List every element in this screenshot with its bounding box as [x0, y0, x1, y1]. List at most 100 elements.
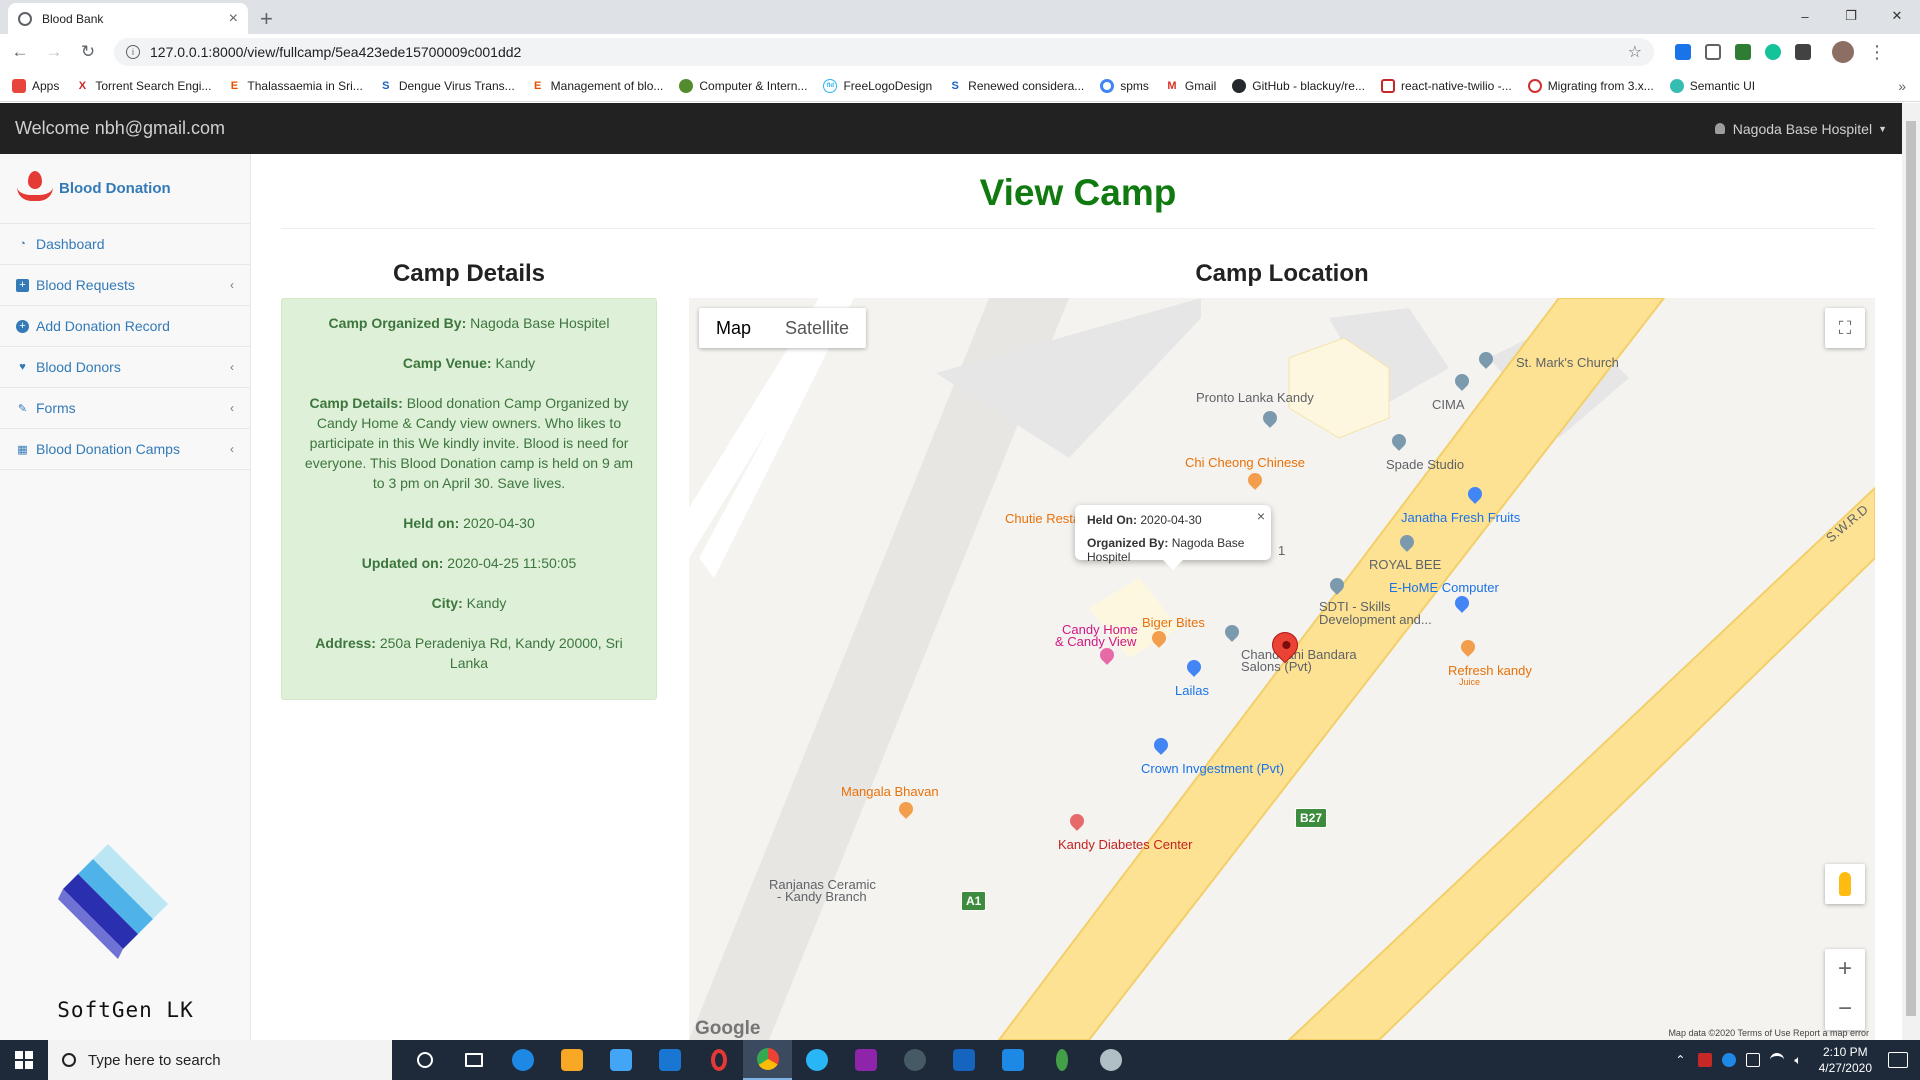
- maximize-button[interactable]: ❐: [1828, 0, 1874, 32]
- grammarly-icon[interactable]: [1765, 44, 1781, 60]
- bookmark-item[interactable]: S Dengue Virus Trans...: [379, 79, 515, 93]
- opera-icon[interactable]: [694, 1040, 743, 1080]
- skype-icon[interactable]: [792, 1040, 841, 1080]
- info-icon[interactable]: i: [126, 45, 140, 59]
- task-view-icon[interactable]: [449, 1040, 498, 1080]
- url-text[interactable]: 127.0.0.1:8000/view/fullcamp/5ea423ede15…: [150, 44, 1628, 60]
- bookmark-item[interactable]: GitHub - blackuy/re...: [1232, 78, 1365, 93]
- volume-icon[interactable]: 🔈︎: [1794, 1053, 1801, 1068]
- bookmark-item[interactable]: spms: [1100, 78, 1149, 93]
- profile-avatar[interactable]: [1832, 41, 1854, 63]
- sidebar-item-dashboard[interactable]: ◔ Dashboard: [0, 224, 250, 265]
- map-label[interactable]: Development and...: [1319, 612, 1432, 627]
- link-icon: S: [951, 79, 959, 92]
- map-label[interactable]: Janatha Fresh Fruits: [1401, 510, 1520, 525]
- page-scrollbar[interactable]: [1902, 103, 1920, 1040]
- notification-icon[interactable]: [1888, 1052, 1908, 1068]
- back-icon[interactable]: ←: [6, 42, 34, 62]
- sidebar-item-blood-donors[interactable]: ♥ Blood Donors ‹: [0, 347, 250, 388]
- sidebar-item-blood-requests[interactable]: + Blood Requests ‹: [0, 265, 250, 306]
- bookmark-item[interactable]: S Renewed considera...: [948, 79, 1085, 93]
- bookmark-item[interactable]: Computer & Intern...: [679, 78, 807, 93]
- extensions-area: [1668, 44, 1818, 60]
- map-label[interactable]: Mangala Bhavan: [841, 784, 939, 799]
- tray-app-icon[interactable]: [1722, 1053, 1737, 1067]
- map-label[interactable]: & Candy View: [1055, 634, 1136, 649]
- taskbar-clock[interactable]: 2:10 PM 4/27/2020: [1819, 1044, 1872, 1076]
- tray-chevron-icon[interactable]: ⌃: [1675, 1053, 1685, 1067]
- new-tab-icon[interactable]: +: [260, 6, 273, 32]
- extension-icon[interactable]: [1705, 44, 1721, 60]
- map-terms[interactable]: Map data ©2020 Terms of Use Report a map…: [1668, 1028, 1869, 1038]
- map-label[interactable]: Chi Cheong Chinese: [1185, 455, 1305, 470]
- map-label[interactable]: Juice: [1459, 677, 1480, 687]
- map-label[interactable]: Refresh kandy: [1448, 663, 1532, 678]
- bookmark-item[interactable]: X Torrent Search Engi...: [75, 79, 212, 93]
- extension-icon[interactable]: [1795, 44, 1811, 60]
- mongodb-icon[interactable]: [1037, 1040, 1086, 1080]
- winrar-icon[interactable]: [841, 1040, 890, 1080]
- close-icon[interactable]: ×: [1257, 508, 1265, 524]
- sidebar-item-add-donation-record[interactable]: + Add Donation Record: [0, 306, 250, 347]
- bookmarks-overflow-icon[interactable]: »: [1898, 78, 1906, 94]
- store-icon[interactable]: [596, 1040, 645, 1080]
- user-dropdown[interactable]: Nagoda Base Hospitel ▼: [1714, 121, 1887, 137]
- map-label[interactable]: Pronto Lanka Kandy: [1196, 390, 1314, 405]
- street-view-pegman-icon[interactable]: [1825, 864, 1865, 904]
- word-icon[interactable]: [939, 1040, 988, 1080]
- close-button[interactable]: ✕: [1874, 0, 1920, 32]
- map-label[interactable]: Crown Invgestment (Pvt): [1141, 761, 1284, 776]
- bookmark-star-icon[interactable]: ☆: [1628, 42, 1642, 62]
- browser-tab[interactable]: Blood Bank ×: [8, 3, 248, 34]
- sidebar-item-blood-donation-camps[interactable]: ▦ Blood Donation Camps ‹: [0, 429, 250, 470]
- bookmark-item[interactable]: fld FreeLogoDesign: [823, 78, 932, 93]
- bookmark-item[interactable]: E Management of blo...: [531, 79, 663, 93]
- bookmark-item[interactable]: Migrating from 3.x...: [1527, 78, 1654, 93]
- sidebar-item-forms[interactable]: ✎ Forms ‹: [0, 388, 250, 429]
- wifi-icon[interactable]: [1770, 1053, 1785, 1067]
- extension-icon[interactable]: [1675, 44, 1691, 60]
- fullscreen-icon[interactable]: ⛶: [1825, 308, 1865, 348]
- forward-icon[interactable]: →: [40, 42, 68, 62]
- file-explorer-icon[interactable]: [547, 1040, 596, 1080]
- fox-icon[interactable]: [890, 1040, 939, 1080]
- map-label[interactable]: Salons (Pvt): [1241, 659, 1312, 674]
- bookmark-item[interactable]: Apps: [12, 78, 59, 93]
- tool-icon[interactable]: [1086, 1040, 1135, 1080]
- windows-start-icon[interactable]: [0, 1040, 48, 1080]
- camp-map[interactable]: Map Satellite ⛶ + − Pronto Lanka Kandy C…: [689, 298, 1875, 1040]
- map-label[interactable]: - Kandy Branch: [777, 889, 867, 904]
- taskbar-search[interactable]: Type here to search: [48, 1040, 392, 1080]
- map-label[interactable]: CIMA: [1432, 397, 1465, 412]
- edge-icon[interactable]: [498, 1040, 547, 1080]
- bookmark-item[interactable]: E Thalassaemia in Sri...: [227, 79, 363, 93]
- map-label[interactable]: Lailas: [1175, 683, 1209, 698]
- map-label[interactable]: Spade Studio: [1386, 457, 1464, 472]
- mail-icon[interactable]: [645, 1040, 694, 1080]
- tab-close-icon[interactable]: ×: [229, 10, 238, 28]
- map-label[interactable]: Biger Bites: [1142, 615, 1205, 630]
- map-label[interactable]: ROYAL BEE: [1369, 557, 1441, 572]
- reload-icon[interactable]: ↻: [74, 42, 102, 62]
- scrollbar-thumb[interactable]: [1906, 121, 1916, 1016]
- extension-icon[interactable]: [1735, 44, 1751, 60]
- menu-kebab-icon[interactable]: ⋮: [1868, 42, 1886, 63]
- zoom-out-button[interactable]: −: [1825, 989, 1865, 1029]
- minimize-button[interactable]: –: [1782, 0, 1828, 32]
- map-label[interactable]: St. Mark's Church: [1516, 355, 1619, 370]
- zoom-in-button[interactable]: +: [1825, 949, 1865, 989]
- vscode-icon[interactable]: [988, 1040, 1037, 1080]
- address-bar[interactable]: i 127.0.0.1:8000/view/fullcamp/5ea423ede…: [114, 38, 1654, 66]
- chrome-icon[interactable]: [743, 1040, 792, 1080]
- battery-icon[interactable]: [1746, 1053, 1761, 1067]
- map-type-map-button[interactable]: Map: [699, 308, 768, 348]
- map-label[interactable]: Kandy Diabetes Center: [1058, 837, 1192, 852]
- cortana-icon[interactable]: [400, 1040, 449, 1080]
- map-label[interactable]: E-HoME Computer: [1389, 580, 1499, 595]
- map-type-satellite-button[interactable]: Satellite: [768, 308, 866, 348]
- sidebar-brand[interactable]: Blood Donation: [0, 154, 250, 224]
- bookmark-item[interactable]: M Gmail: [1165, 79, 1216, 93]
- tray-app-icon[interactable]: [1698, 1053, 1713, 1067]
- bookmark-item[interactable]: Semantic UI: [1669, 78, 1755, 93]
- bookmark-item[interactable]: react-native-twilio -...: [1380, 78, 1512, 93]
